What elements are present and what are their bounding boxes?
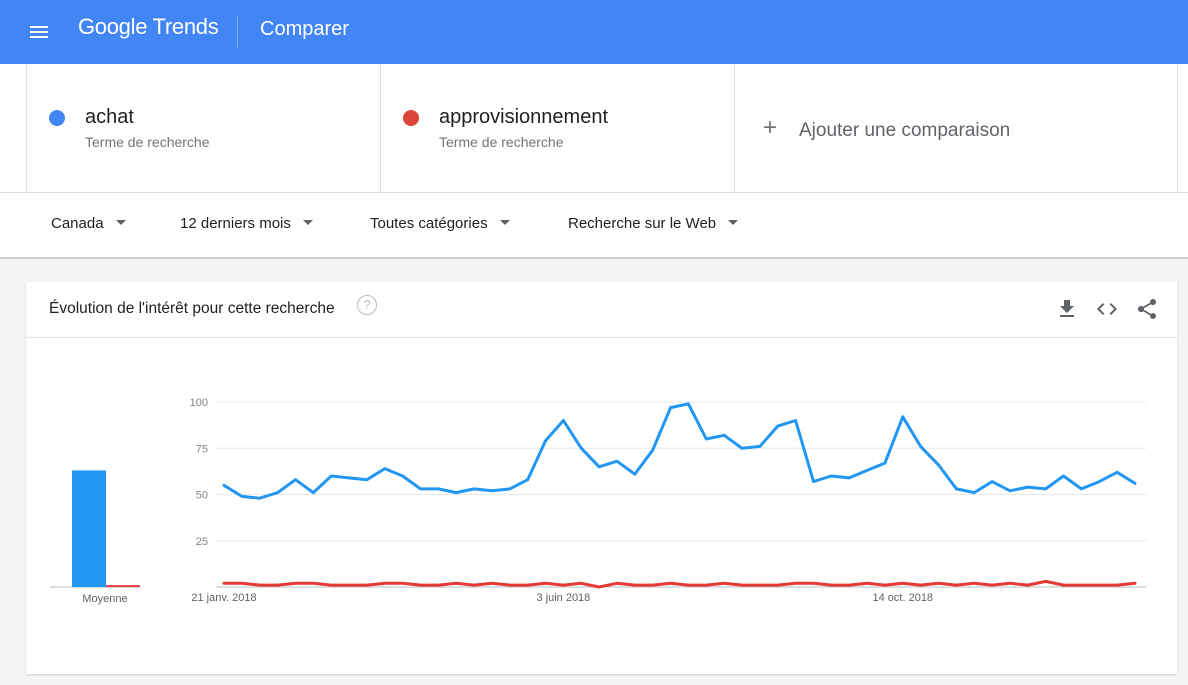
header-divider <box>237 16 238 48</box>
google-trends-logo[interactable]: Google Trends <box>78 14 219 40</box>
chevron-down-icon <box>302 219 313 225</box>
term-type: Terme de recherche <box>85 134 210 150</box>
period-dropdown[interactable]: 12 derniers mois <box>180 215 313 232</box>
term-name[interactable]: approvisionnement <box>439 106 608 129</box>
page-title: Comparer <box>260 18 349 40</box>
average-label: Moyenne <box>82 593 127 605</box>
add-comparison-button[interactable]: + Ajouter une comparaison <box>734 64 1178 192</box>
add-comparison-label: Ajouter une comparaison <box>799 120 1011 141</box>
series-line-approvisionnement <box>222 579 1137 589</box>
region-dropdown[interactable]: Canada <box>51 215 126 232</box>
chevron-down-icon <box>499 219 510 225</box>
plus-icon: + <box>763 114 778 141</box>
category-label: Toutes catégories <box>370 215 488 232</box>
average-bar-approvisionnement <box>106 585 140 587</box>
series-line-achat <box>222 402 1137 500</box>
interest-chart: 25 50 75 100 21 janv. 2018 3 juin 2018 14 oct.… <box>50 397 1146 605</box>
filters-bar: Canada 12 derniers mois Toutes catégorie… <box>0 193 1188 259</box>
menu-icon[interactable] <box>24 18 48 46</box>
average-bar-achat <box>72 470 106 587</box>
period-label: 12 derniers mois <box>180 215 291 232</box>
chevron-down-icon <box>728 219 739 225</box>
term-color-dot <box>49 110 65 126</box>
category-dropdown[interactable]: Toutes catégories <box>370 215 510 232</box>
search-terms-bar: achat Terme de recherche approvisionneme… <box>0 64 1188 193</box>
y-tick-label: 25 <box>196 536 208 548</box>
chevron-down-icon <box>115 219 126 225</box>
search-type-dropdown[interactable]: Recherche sur le Web <box>568 215 739 232</box>
x-tick-label: 21 janv. 2018 <box>191 592 256 604</box>
y-tick-label: 75 <box>196 443 208 455</box>
search-type-label: Recherche sur le Web <box>568 215 717 232</box>
y-tick-label: 50 <box>196 490 208 502</box>
term-name[interactable]: achat <box>85 106 134 129</box>
top-app-bar: Google Trends Comparer <box>0 0 1188 64</box>
region-label: Canada <box>51 215 104 232</box>
x-tick-label: 14 oct. 2018 <box>873 592 934 604</box>
x-tick-label: 3 juin 2018 <box>536 592 590 604</box>
interest-over-time-card: Évolution de l'intérêt pour cette recher… <box>26 282 1177 674</box>
term-color-dot <box>403 110 419 126</box>
y-tick-label: 100 <box>190 397 208 409</box>
term-card-achat[interactable]: achat Terme de recherche <box>26 64 381 192</box>
term-type: Terme de recherche <box>439 134 564 150</box>
term-card-approvisionnement[interactable]: approvisionnement Terme de recherche <box>380 64 735 192</box>
